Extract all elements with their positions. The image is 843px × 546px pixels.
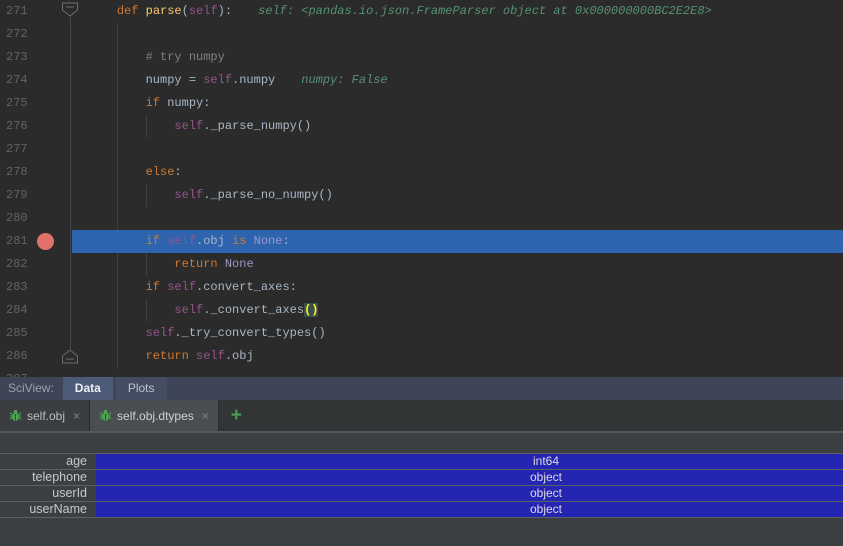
sciview-toolbar: SciView: DataPlots (0, 377, 843, 400)
line-number[interactable]: 274 (6, 69, 46, 92)
code-line[interactable]: 273 # try numpy (0, 46, 843, 69)
code-text: self._convert_axes() (88, 299, 318, 322)
ide-window: 271 def parse(self): self: <pandas.io.jso… (0, 0, 843, 546)
code-line[interactable]: 274 numpy = self.numpy numpy: False (0, 69, 843, 92)
tab-label: self.obj.dtypes (117, 409, 194, 423)
row-header[interactable]: age (0, 454, 96, 469)
line-number[interactable]: 279 (6, 184, 46, 207)
fold-marker-open-icon[interactable] (61, 2, 79, 17)
row-header[interactable]: userId (0, 486, 96, 501)
code-text: else: (88, 161, 182, 184)
row-header[interactable]: userName (0, 502, 96, 517)
cell-value[interactable]: int64 (96, 454, 843, 469)
line-number[interactable]: 283 (6, 276, 46, 299)
code-line[interactable]: 272 (0, 23, 843, 46)
code-text: return self.obj (88, 345, 254, 368)
line-number[interactable]: 277 (6, 138, 46, 161)
code-line[interactable]: 284 self._convert_axes() (0, 299, 843, 322)
table-row[interactable]: userIdobject (0, 486, 843, 502)
code-line[interactable]: 281 if self.obj is None: (0, 230, 843, 253)
data-viewer-tab-bar: self.obj × self.obj.dtypes × + (0, 400, 843, 431)
code-line[interactable]: 276 self._parse_numpy() (0, 115, 843, 138)
line-number[interactable]: 276 (6, 115, 46, 138)
data-tab-self-obj[interactable]: self.obj × (0, 400, 90, 431)
tab-label: self.obj (27, 409, 65, 423)
code-line[interactable]: 278 else: (0, 161, 843, 184)
line-number[interactable]: 271 (6, 0, 46, 23)
table-row[interactable]: telephoneobject (0, 470, 843, 486)
code-text: numpy = self.numpy (88, 69, 275, 92)
line-number[interactable]: 282 (6, 253, 46, 276)
inline-debugger-hint: self: <pandas.io.json.FrameParser object… (258, 0, 712, 23)
line-number[interactable]: 278 (6, 161, 46, 184)
dtypes-table: ageint64telephoneobjectuserIdobjectuserN… (0, 453, 843, 518)
line-number[interactable]: 273 (6, 46, 46, 69)
code-line[interactable]: 280 (0, 207, 843, 230)
code-line[interactable]: 287 (0, 368, 843, 377)
line-number[interactable]: 287 (6, 368, 46, 377)
sciview-tab-data[interactable]: Data (63, 377, 113, 400)
code-editor[interactable]: 271 def parse(self): self: <pandas.io.jso… (0, 0, 843, 377)
code-text: def parse(self): (88, 0, 232, 23)
code-line[interactable]: 279 self._parse_no_numpy() (0, 184, 843, 207)
code-text: if self.convert_axes: (88, 276, 297, 299)
code-text: self._parse_numpy() (88, 115, 311, 138)
sciview-title: SciView: (0, 377, 63, 400)
bug-icon (99, 409, 112, 422)
row-header[interactable]: telephone (0, 470, 96, 485)
fold-marker-close-icon[interactable] (61, 349, 79, 364)
line-number[interactable]: 284 (6, 299, 46, 322)
code-line[interactable]: 271 def parse(self): self: <pandas.io.jso… (0, 0, 843, 23)
line-number[interactable]: 275 (6, 92, 46, 115)
code-line[interactable]: 285 self._try_convert_types() (0, 322, 843, 345)
table-row[interactable]: ageint64 (0, 454, 843, 470)
code-line[interactable]: 275 if numpy: (0, 92, 843, 115)
code-line[interactable]: 286 return self.obj (0, 345, 843, 368)
close-icon[interactable]: × (73, 410, 80, 422)
code-text: self._parse_no_numpy() (88, 184, 333, 207)
breakpoint-icon[interactable] (37, 233, 54, 250)
code-line[interactable]: 282 return None (0, 253, 843, 276)
inline-debugger-hint: numpy: False (301, 69, 387, 92)
code-text: if numpy: (88, 92, 210, 115)
data-tab-self-obj-dtypes[interactable]: self.obj.dtypes × (90, 400, 219, 431)
sciview-tab-plots[interactable]: Plots (116, 377, 167, 400)
line-number[interactable]: 286 (6, 345, 46, 368)
code-text: return None (88, 253, 254, 276)
line-number[interactable]: 280 (6, 207, 46, 230)
close-icon[interactable]: × (202, 410, 209, 422)
add-tab-button[interactable]: + (231, 406, 242, 425)
table-row[interactable]: userNameobject (0, 502, 843, 518)
cell-value[interactable]: object (96, 470, 843, 485)
code-text: if self.obj is None: (88, 230, 290, 253)
code-text: # try numpy (88, 46, 225, 69)
cell-value[interactable]: object (96, 486, 843, 501)
bug-icon (9, 409, 22, 422)
line-number[interactable]: 272 (6, 23, 46, 46)
code-line[interactable]: 277 (0, 138, 843, 161)
code-text: self._try_convert_types() (88, 322, 326, 345)
dataframe-viewer[interactable]: ageint64telephoneobjectuserIdobjectuserN… (0, 431, 843, 546)
line-number[interactable]: 285 (6, 322, 46, 345)
code-line[interactable]: 283 if self.convert_axes: (0, 276, 843, 299)
cell-value[interactable]: object (96, 502, 843, 517)
